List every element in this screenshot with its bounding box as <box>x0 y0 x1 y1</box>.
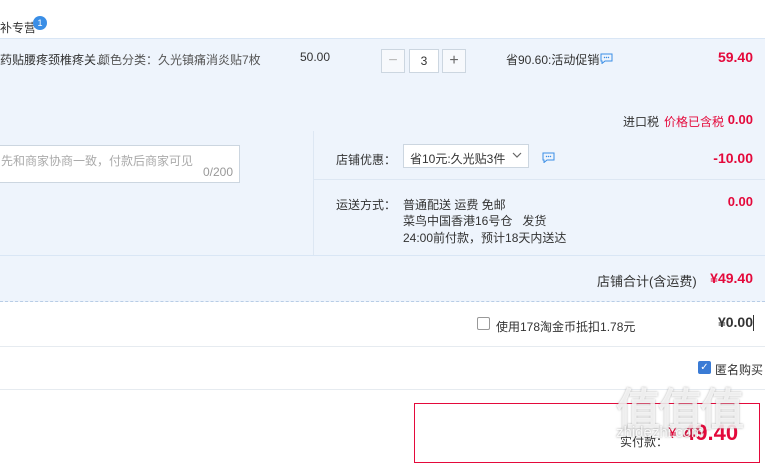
anonymous-checkbox[interactable]: ✓ <box>698 361 711 374</box>
chevron-down-icon <box>512 152 522 158</box>
taojinbi-row: 使用178淘金币抵扣1.78元 ¥0.00 <box>0 302 765 347</box>
item-title[interactable]: 药贴腰疼颈椎疼关... <box>0 51 106 68</box>
shipping-warehouse: 菜鸟中国香港16号仓 发货 <box>403 212 546 229</box>
store-subtotal-row: 店铺合计(含运费) ¥49.40 <box>0 256 765 302</box>
wangwang-chat-icon[interactable]: 1 <box>33 16 47 30</box>
store-name[interactable]: 补专营 <box>0 19 36 36</box>
message-char-count: 0/200 <box>202 165 233 179</box>
buyer-message-input[interactable]: 先和商家协商一致，付款后商家可见 0/200 <box>0 145 240 183</box>
promo-text: 省90.60:活动促销 <box>506 53 600 67</box>
coupon-label: 店铺优惠： <box>336 153 397 167</box>
item-unit-price: 50.00 <box>300 50 331 64</box>
shipping-fee-value: 0.00 <box>727 194 753 209</box>
store-subtotal-label: 店铺合计(含运费) <box>597 274 697 289</box>
coupon-select[interactable]: 省10元:久光贴3件 <box>403 144 529 168</box>
shipping-method: 普通配送 运费 免邮 <box>403 198 506 212</box>
payment-total-value: 49.40 <box>683 420 739 445</box>
text-cursor <box>753 315 754 331</box>
shipping-warehouse-action: 发货 <box>522 214 547 228</box>
shipping-label: 运送方式： <box>336 198 397 212</box>
coupon-discount-value: -10.00 <box>713 150 753 166</box>
anonymous-purchase-row: ✓ 匿名购买 <box>0 347 765 390</box>
taojinbi-checkbox[interactable] <box>477 317 490 330</box>
anonymous-label[interactable]: 匿名购买 <box>715 361 763 378</box>
order-options: 先和商家协商一致，付款后商家可见 0/200 店铺优惠： 省10元:久光贴3件 … <box>0 131 765 256</box>
chat-bubble-icon[interactable] <box>600 53 613 64</box>
item-sku: 颜色分类：久光镇痛消炎贴7枚 <box>98 53 261 67</box>
payment-currency: ¥ <box>668 425 677 442</box>
store-subtotal-value: ¥49.40 <box>710 270 753 286</box>
coupon-select-value: 省10元:久光贴3件 <box>410 152 506 166</box>
tax-label: 进口税 <box>623 115 660 129</box>
tax-value: 0.00 <box>727 112 753 127</box>
divider <box>313 131 314 255</box>
quantity-increase-button[interactable]: + <box>442 49 466 73</box>
item-total-price: 59.40 <box>717 49 753 65</box>
shipping-time: 24:00前付款，预计18天内送达 <box>403 231 567 245</box>
tax-note: 价格已含税 <box>664 115 725 129</box>
order-item-row: 药贴腰疼颈椎疼关... 颜色分类：久光镇痛消炎贴7枚 50.00 − 3 + 省… <box>0 38 765 132</box>
shipping-warehouse-name: 菜鸟中国香港16号仓 <box>403 214 513 228</box>
taojinbi-label[interactable]: 使用178淘金币抵扣1.78元 <box>496 318 635 335</box>
divider <box>314 179 765 180</box>
chat-bubble-icon[interactable] <box>542 152 555 163</box>
taojinbi-value: ¥0.00 <box>717 314 753 330</box>
message-placeholder: 先和商家协商一致，付款后商家可见 <box>1 154 194 168</box>
store-header: 补专营 1 <box>0 0 765 38</box>
payment-label: 实付款： <box>620 435 669 449</box>
payment-summary-box: 实付款： ¥ 49.40 <box>414 403 760 463</box>
quantity-decrease-button[interactable]: − <box>381 49 405 73</box>
quantity-input[interactable]: 3 <box>409 49 439 73</box>
